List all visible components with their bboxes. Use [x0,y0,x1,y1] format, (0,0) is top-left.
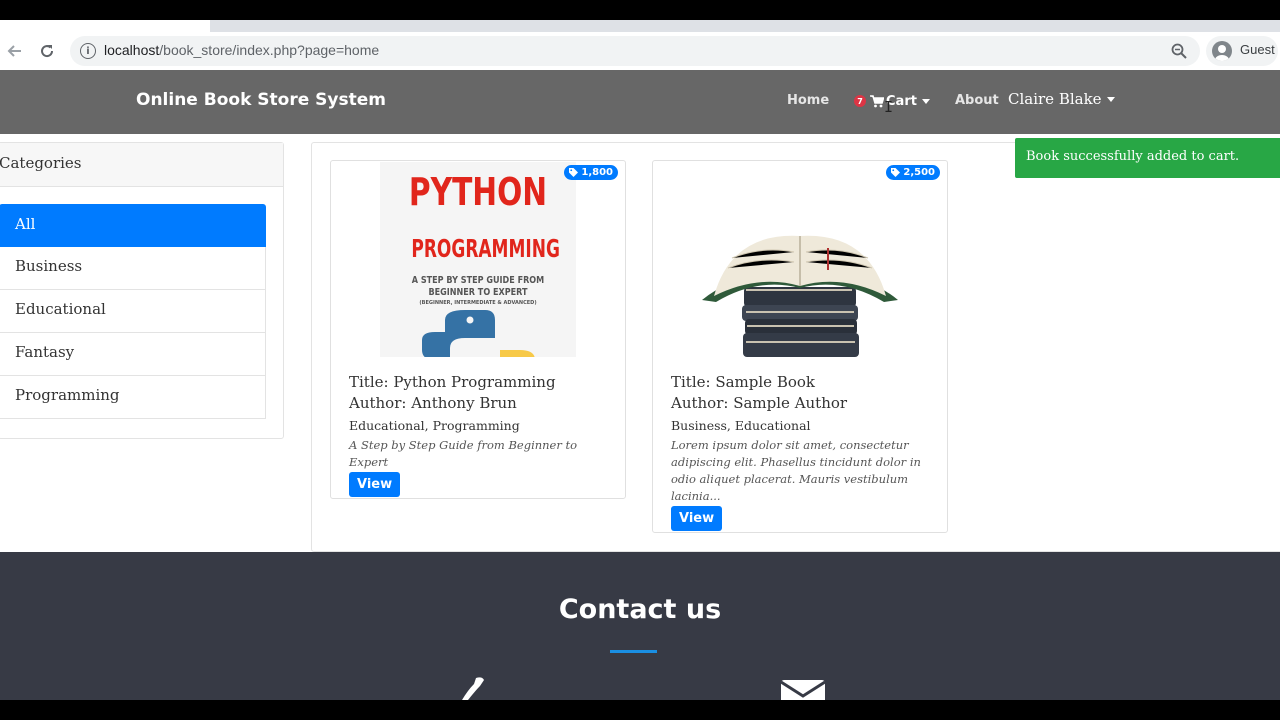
book-details: Title: Sample Book Author: Sample Author… [671,372,933,531]
cover-subtitle-line: BEGINNER TO EXPERT [428,287,528,298]
cover-title-line: PROGRAMMING [411,234,560,263]
phone-icon [462,677,484,700]
nav-about-link[interactable]: About [955,93,999,108]
book-description: Lorem ipsum dolor sit amet, consectetur … [671,438,921,503]
categories-card: Categories All Business Educational Fant… [0,142,284,439]
price-badge: 2,500 [886,165,940,180]
user-menu-dropdown[interactable]: Claire Blake [1008,90,1115,108]
book-title: Title: Sample Book [671,373,815,391]
book-cover-image[interactable]: PYTHON PROGRAMMING A STEP BY STEP GUIDE … [380,162,576,357]
book-details: Title: Python Programming Author: Anthon… [349,372,611,497]
contact-divider [610,650,657,653]
user-name: Claire Blake [1008,90,1102,108]
categories-header: Categories [0,143,283,187]
category-item-business[interactable]: Business [0,247,266,290]
zoom-icon[interactable] [1170,42,1188,60]
account-icon [1212,41,1232,61]
profile-label: Guest [1240,42,1275,57]
chevron-down-icon [1106,96,1115,102]
python-cover-art: PYTHON PROGRAMMING A STEP BY STEP GUIDE … [380,162,576,357]
profile-button[interactable]: Guest [1206,36,1278,66]
book-card[interactable]: 2,500 Title: Sample Book Author: Sample … [652,160,948,533]
price-badge: 1,800 [564,165,618,180]
site-navbar: Online Book Store System Home 7 Cart Abo… [0,70,1280,134]
address-bar[interactable]: i localhost/book_store/index.php?page=ho… [70,36,1200,66]
cover-title-line: PYTHON [408,170,548,214]
reload-icon[interactable] [36,40,58,62]
python-logo-icon [422,310,535,357]
open-book-stack-image [702,162,898,357]
chevron-down-icon [921,98,930,104]
category-item-all[interactable]: All [0,204,266,247]
nav-home-link[interactable]: Home [787,93,829,108]
cart-icon [870,94,884,107]
categories-list: All Business Educational Fantasy Program… [0,204,266,419]
view-button[interactable]: View [671,506,723,531]
tag-icon [569,168,579,177]
category-item-educational[interactable]: Educational [0,290,266,333]
cart-count-badge: 7 [854,95,866,107]
book-author: Author: Anthony Brun [349,394,517,412]
book-categories: Business, Educational [671,418,811,433]
text-cursor-icon: I [884,98,894,116]
book-author: Author: Sample Author [671,394,848,412]
view-button[interactable]: View [349,472,401,497]
books-grid: PYTHON PROGRAMMING A STEP BY STEP GUIDE … [311,142,1280,552]
url-text: localhost/book_store/index.php?page=home [104,42,379,58]
cover-subtitle-line: A STEP BY STEP GUIDE FROM [411,275,545,286]
price-value: 1,800 [581,167,613,178]
book-categories: Educational, Programming [349,418,520,433]
screen-letterbox-bottom [0,700,1280,720]
screen-letterbox-top [0,0,1280,20]
back-arrow-icon[interactable] [4,40,26,62]
category-item-fantasy[interactable]: Fantasy [0,333,266,376]
book-card[interactable]: PYTHON PROGRAMMING A STEP BY STEP GUIDE … [330,160,626,499]
book-description: A Step by Step Guide from Beginner to Ex… [349,438,578,469]
contact-footer: Contact us [0,552,1280,700]
cover-subtitle-line: (BEGINNER, INTERMEDIATE & ADVANCED) [419,300,537,306]
success-toast: Book successfully added to cart. [1015,138,1280,178]
url-path: /book_store/index.php?page=home [159,42,380,58]
active-tab[interactable] [0,20,210,32]
tag-icon [891,168,901,177]
mail-icon [781,680,825,700]
browser-toolbar: i localhost/book_store/index.php?page=ho… [0,32,1280,70]
main-content: Categories All Business Educational Fant… [0,134,1280,552]
book-cover-image[interactable] [702,162,898,357]
contact-title: Contact us [558,594,722,625]
url-host: localhost [104,42,160,58]
book-title: Title: Python Programming [349,373,556,391]
price-value: 2,500 [903,167,935,178]
site-brand[interactable]: Online Book Store System [136,90,386,110]
category-item-programming[interactable]: Programming [0,376,266,419]
info-icon[interactable]: i [80,43,96,59]
